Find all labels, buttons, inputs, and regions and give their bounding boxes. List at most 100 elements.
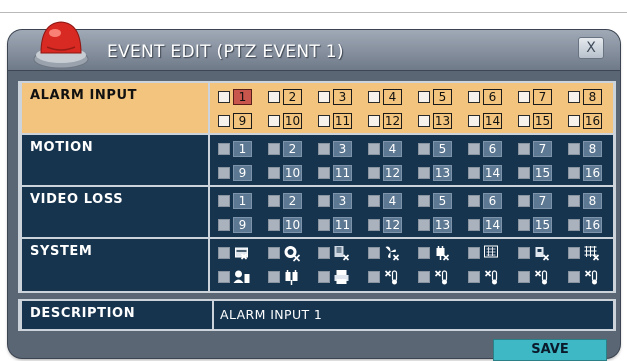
checkbox-box[interactable] [268,195,280,207]
checkbox-box[interactable] [468,247,480,259]
video-loss-checkbox-12[interactable]: 12 [368,217,404,234]
checkbox-box[interactable] [418,91,430,103]
checkbox-box[interactable] [418,167,430,179]
video-loss-checkbox-4[interactable]: 4 [368,193,404,210]
video-loss-checkbox-11[interactable]: 11 [318,217,354,234]
checkbox-box[interactable] [218,143,230,155]
video-loss-checkbox-5[interactable]: 5 [418,193,454,210]
checkbox-box[interactable] [318,247,330,259]
checkbox-box[interactable] [418,115,430,127]
video-loss-checkbox-6[interactable]: 6 [468,193,504,210]
alarm-input-checkbox-4[interactable]: 4 [368,89,404,106]
motion-checkbox-13[interactable]: 13 [418,165,454,182]
alarm-input-checkbox-11[interactable]: 11 [318,113,354,130]
system-checkbox-10[interactable] [268,269,304,286]
checkbox-box[interactable] [468,167,480,179]
motion-checkbox-10[interactable]: 10 [268,165,304,182]
alarm-input-checkbox-12[interactable]: 12 [368,113,404,130]
system-checkbox-2[interactable] [268,245,304,262]
system-checkbox-13[interactable] [418,269,454,286]
checkbox-box[interactable] [318,271,330,283]
system-checkbox-11[interactable] [318,269,354,286]
checkbox-box[interactable] [518,115,530,127]
system-checkbox-5[interactable] [418,245,454,262]
video-loss-checkbox-13[interactable]: 13 [418,217,454,234]
alarm-input-checkbox-13[interactable]: 13 [418,113,454,130]
video-loss-checkbox-8[interactable]: 8 [568,193,604,210]
checkbox-box[interactable] [268,143,280,155]
checkbox-box[interactable] [518,167,530,179]
row-system[interactable]: SYSTEM [18,237,616,293]
checkbox-box[interactable] [518,91,530,103]
checkbox-box[interactable] [518,195,530,207]
checkbox-box[interactable] [268,91,280,103]
checkbox-box[interactable] [268,115,280,127]
checkbox-box[interactable] [518,247,530,259]
motion-checkbox-5[interactable]: 5 [418,141,454,158]
checkbox-box[interactable] [318,219,330,231]
close-button[interactable]: X [578,37,604,59]
alarm-input-checkbox-9[interactable]: 9 [218,113,254,130]
description-field[interactable]: ALARM INPUT 1 [214,301,613,329]
alarm-input-checkbox-14[interactable]: 14 [468,113,504,130]
checkbox-box[interactable] [368,271,380,283]
motion-checkbox-1[interactable]: 1 [218,141,254,158]
video-loss-checkbox-10[interactable]: 10 [268,217,304,234]
checkbox-box[interactable] [318,91,330,103]
video-loss-checkbox-3[interactable]: 3 [318,193,354,210]
motion-checkbox-2[interactable]: 2 [268,141,304,158]
checkbox-box[interactable] [218,91,230,103]
checkbox-box[interactable] [418,195,430,207]
checkbox-box[interactable] [318,167,330,179]
alarm-input-checkbox-5[interactable]: 5 [418,89,454,106]
motion-checkbox-6[interactable]: 6 [468,141,504,158]
video-loss-checkbox-1[interactable]: 1 [218,193,254,210]
system-checkbox-6[interactable] [468,245,504,262]
checkbox-box[interactable] [568,271,580,283]
motion-checkbox-16[interactable]: 16 [568,165,604,182]
motion-checkbox-4[interactable]: 4 [368,141,404,158]
checkbox-box[interactable] [568,115,580,127]
alarm-input-checkbox-8[interactable]: 8 [568,89,604,106]
motion-checkbox-7[interactable]: 7 [518,141,554,158]
checkbox-box[interactable] [418,247,430,259]
checkbox-box[interactable] [218,219,230,231]
row-alarm-input[interactable]: ALARM INPUT 1 2 3 4 5 6 7 8 9 10 11 12 13 14 15 16 [18,81,616,135]
alarm-input-checkbox-15[interactable]: 15 [518,113,554,130]
system-checkbox-3[interactable] [318,245,354,262]
checkbox-box[interactable] [368,195,380,207]
checkbox-box[interactable] [368,219,380,231]
video-loss-checkbox-14[interactable]: 14 [468,217,504,234]
checkbox-box[interactable] [468,115,480,127]
checkbox-box[interactable] [418,271,430,283]
alarm-input-checkbox-2[interactable]: 2 [268,89,304,106]
video-loss-checkbox-15[interactable]: 15 [518,217,554,234]
checkbox-box[interactable] [368,143,380,155]
checkbox-box[interactable] [418,219,430,231]
checkbox-box[interactable] [568,219,580,231]
checkbox-box[interactable] [218,247,230,259]
checkbox-box[interactable] [268,167,280,179]
motion-checkbox-3[interactable]: 3 [318,141,354,158]
checkbox-box[interactable] [368,167,380,179]
checkbox-box[interactable] [318,115,330,127]
checkbox-box[interactable] [468,91,480,103]
row-video-loss[interactable]: VIDEO LOSS 1 2 3 4 5 6 7 8 9 10 11 12 13 14 15 16 [18,185,616,239]
checkbox-box[interactable] [218,195,230,207]
motion-checkbox-8[interactable]: 8 [568,141,604,158]
video-loss-checkbox-16[interactable]: 16 [568,217,604,234]
alarm-input-checkbox-1[interactable]: 1 [218,89,254,106]
checkbox-box[interactable] [568,143,580,155]
checkbox-box[interactable] [568,167,580,179]
motion-checkbox-14[interactable]: 14 [468,165,504,182]
checkbox-box[interactable] [318,143,330,155]
checkbox-box[interactable] [518,271,530,283]
video-loss-checkbox-7[interactable]: 7 [518,193,554,210]
system-checkbox-7[interactable] [518,245,554,262]
checkbox-box[interactable] [568,247,580,259]
system-checkbox-14[interactable] [468,269,504,286]
alarm-input-checkbox-7[interactable]: 7 [518,89,554,106]
video-loss-checkbox-9[interactable]: 9 [218,217,254,234]
checkbox-box[interactable] [368,115,380,127]
system-checkbox-1[interactable] [218,245,254,262]
